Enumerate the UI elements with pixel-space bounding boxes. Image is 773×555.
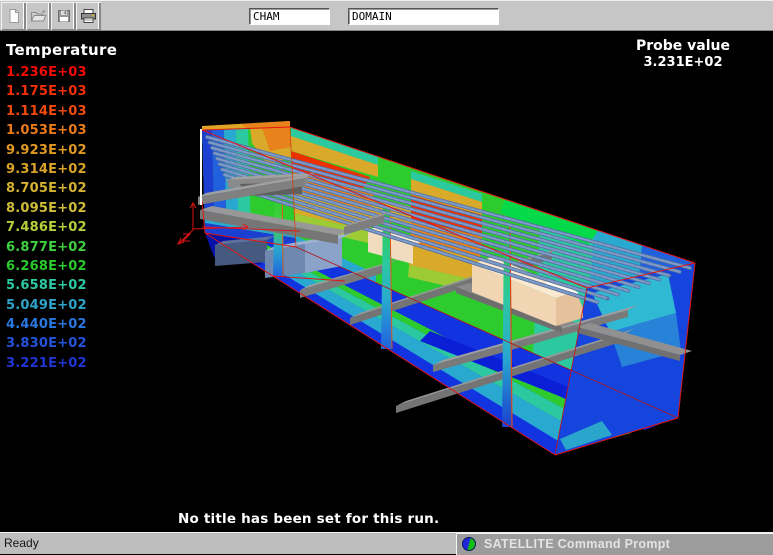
printer-icon — [80, 8, 97, 24]
domain-field[interactable] — [348, 8, 499, 25]
legend-value: 8.705E+02 — [6, 179, 117, 198]
temperature-legend: Temperature 1.236E+031.175E+031.114E+031… — [6, 41, 117, 373]
probe-readout: Probe value 3.231E+02 — [608, 38, 758, 72]
legend-value: 7.486E+02 — [6, 218, 117, 237]
cham-field[interactable] — [249, 8, 330, 25]
blank-page-icon — [6, 8, 22, 24]
new-document-button[interactable] — [1, 2, 26, 30]
viewport: Temperature 1.236E+031.175E+031.114E+031… — [0, 31, 773, 532]
application-window: { "toolbar": { "buttons": [ {"name": "ne… — [0, 0, 773, 554]
legend-title: Temperature — [6, 41, 117, 59]
satellite-sphere-icon — [462, 537, 476, 551]
legend-value: 6.268E+02 — [6, 257, 117, 276]
floppy-disk-icon — [56, 8, 72, 24]
legend-value: 6.877E+02 — [6, 238, 117, 257]
legend-value: 9.923E+02 — [6, 141, 117, 160]
legend-value: 9.314E+02 — [6, 160, 117, 179]
status-bar: Ready SATELLITE Command Prompt — [0, 532, 773, 554]
status-text: Ready — [4, 536, 39, 550]
legend-value: 5.658E+02 — [6, 276, 117, 295]
open-folder-icon — [30, 8, 47, 24]
legend-values: 1.236E+031.175E+031.114E+031.053E+039.92… — [6, 63, 117, 373]
save-file-button[interactable] — [51, 2, 76, 30]
probe-label: Probe value — [608, 38, 758, 54]
legend-value: 3.830E+02 — [6, 334, 117, 353]
run-title-message: No title has been set for this run. — [178, 511, 439, 527]
legend-value: 3.221E+02 — [6, 354, 117, 373]
taskbar-button-label: SATELLITE Command Prompt — [484, 537, 670, 551]
toolbar-button-group — [1, 2, 101, 30]
print-button[interactable] — [76, 2, 101, 30]
legend-value: 4.440E+02 — [6, 315, 117, 334]
legend-value: 1.236E+03 — [6, 63, 117, 82]
toolbar — [0, 0, 773, 31]
satellite-command-prompt-taskbar-button[interactable]: SATELLITE Command Prompt — [456, 533, 773, 555]
legend-value: 1.114E+03 — [6, 102, 117, 121]
legend-value: 1.175E+03 — [6, 82, 117, 101]
legend-value: 1.053E+03 — [6, 121, 117, 140]
probe-value: 3.231E+02 — [608, 54, 758, 72]
open-file-button[interactable] — [26, 2, 51, 30]
legend-value: 8.095E+02 — [6, 199, 117, 218]
legend-value: 5.049E+02 — [6, 296, 117, 315]
